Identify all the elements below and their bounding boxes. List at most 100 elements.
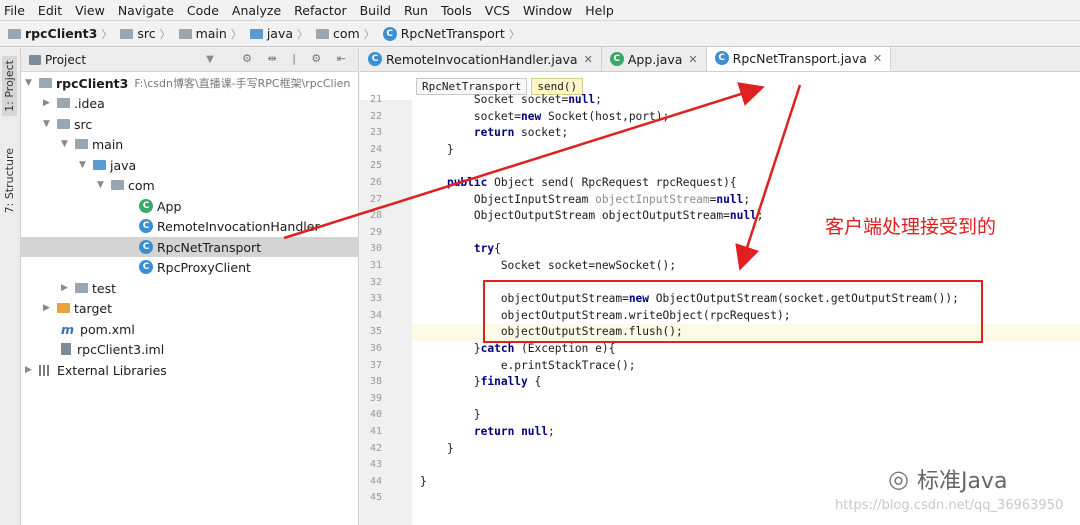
tab-app[interactable]: C App.java ✕ (602, 47, 707, 71)
crumb-java[interactable]: java 〉 (249, 26, 312, 42)
line-number: 42 (369, 442, 382, 454)
menu-build[interactable]: Build (360, 3, 391, 18)
collapse-triangle-icon[interactable]: ▶ (61, 283, 75, 293)
code-line[interactable]: 42 } (370, 441, 1080, 458)
code-line[interactable]: 22 socket=new Socket(host,port); (370, 109, 1080, 126)
tree-item-com[interactable]: ▼ com (97, 175, 155, 195)
code-line[interactable]: 39 (370, 391, 1080, 408)
tree-item-test[interactable]: ▶ test (61, 278, 116, 298)
close-icon[interactable]: ✕ (873, 52, 882, 65)
project-panel-header: Project ▼ ⚙ ⇹ | ⚙ ⇤ (21, 48, 358, 72)
menu-tools[interactable]: Tools (441, 3, 472, 18)
expand-triangle-icon[interactable]: ▼ (43, 119, 57, 129)
line-number: 22 (369, 110, 382, 122)
line-number: 21 (369, 94, 382, 105)
line-number: 36 (369, 343, 382, 354)
class-icon: C (368, 52, 382, 66)
line-number: 28 (369, 210, 382, 222)
code-text: public Object send( RpcRequest rpcReques… (446, 176, 737, 189)
line-number: 35 (369, 326, 382, 338)
tree-item-main[interactable]: ▼ main (61, 134, 123, 154)
menu-navigate[interactable]: Navigate (118, 3, 174, 18)
maven-icon: m (61, 321, 75, 337)
module-icon (8, 28, 21, 39)
crumb-com[interactable]: com 〉 (316, 26, 379, 42)
expand-triangle-icon[interactable]: ▼ (79, 160, 93, 170)
class-icon: C (139, 199, 153, 213)
code-line[interactable]: 36 }catch (Exception e){ (370, 341, 1080, 358)
tree-item-remote-invocation-handler[interactable]: C RemoteInvocationHandler (139, 216, 320, 236)
menu-window[interactable]: Window (523, 3, 572, 18)
tree-item-rpc-proxy-client[interactable]: C RpcProxyClient (139, 257, 251, 277)
crumb-src[interactable]: src 〉 (120, 26, 174, 42)
code-text: try{ (473, 242, 501, 256)
collapse-triangle-icon[interactable]: ▶ (43, 303, 57, 313)
menu-view[interactable]: View (75, 3, 105, 18)
tree-item-java[interactable]: ▼ java (79, 155, 136, 175)
menu-help[interactable]: Help (585, 3, 614, 18)
close-icon[interactable]: ✕ (688, 53, 697, 66)
menu-analyze[interactable]: Analyze (232, 3, 281, 18)
close-icon[interactable]: ✕ (584, 53, 593, 66)
line-number: 26 (369, 177, 382, 188)
tree-item-target[interactable]: ▶ target (43, 298, 112, 318)
tree-item-external-libraries[interactable]: ▶ External Libraries (25, 360, 167, 380)
code-text: Socket socket=newSocket(); (420, 259, 676, 272)
structure-tool-tab[interactable]: 7: Structure (2, 144, 17, 217)
menu-code[interactable]: Code (187, 3, 219, 18)
tree-item-src[interactable]: ▼ src (43, 114, 92, 134)
line-number: 33 (369, 293, 382, 305)
crumb-main[interactable]: main 〉 (178, 26, 246, 42)
tab-rpc-net-transport[interactable]: C RpcNetTransport.java ✕ (706, 47, 892, 71)
code-line[interactable]: 21 Socket socket=null; (370, 92, 1080, 109)
tree-item-app[interactable]: C App (139, 196, 181, 216)
crumb-class[interactable]: C RpcNetTransport 〉 (382, 26, 524, 42)
class-icon: C (609, 52, 624, 66)
code-line[interactable]: 25 (370, 158, 1080, 175)
left-tool-strip: 1: Project 7: Structure (0, 48, 21, 525)
line-number: 32 (369, 276, 382, 288)
code-line[interactable]: 27 ObjectInputStream objectInputStream=n… (370, 192, 1080, 209)
code-line[interactable]: 38 }finally { (370, 374, 1080, 391)
line-number: 45 (369, 492, 382, 504)
chevron-down-icon[interactable]: ▼ (206, 54, 214, 65)
panel-tools-icons[interactable]: ⚙ ⇹ | ⚙ ⇤ (242, 52, 352, 65)
crumb-project[interactable]: rpcClient3 〉 (8, 26, 116, 42)
tree-item-idea[interactable]: ▶ .idea (43, 93, 105, 113)
project-view-icon (29, 54, 41, 65)
class-icon: C (382, 26, 397, 41)
tree-root[interactable]: ▼ rpcClient3 F:\csdn博客\直播课-手写RPC框架\rpcCl… (25, 73, 350, 93)
collapse-triangle-icon[interactable]: ▶ (25, 365, 39, 375)
menu-edit[interactable]: Edit (38, 3, 62, 18)
code-line[interactable]: 26 public Object send( RpcRequest rpcReq… (370, 175, 1080, 192)
code-text: ObjectOutputStream objectOutputStream=nu… (420, 209, 764, 223)
tab-remote-invocation-handler[interactable]: C RemoteInvocationHandler.java ✕ (360, 47, 602, 71)
code-text: } (420, 474, 427, 488)
folder-icon (178, 28, 192, 39)
menu-bar: File Edit View Navigate Code Analyze Ref… (0, 0, 1080, 21)
collapse-triangle-icon[interactable]: ▶ (43, 98, 57, 108)
tree-item-rpc-net-transport[interactable]: C RpcNetTransport (21, 237, 359, 257)
menu-refactor[interactable]: Refactor (294, 3, 346, 18)
class-icon: C (139, 260, 153, 274)
expand-triangle-icon[interactable]: ▼ (97, 180, 111, 190)
code-line[interactable]: 30 try{ (370, 241, 1080, 258)
folder-icon (57, 98, 70, 108)
code-line[interactable]: 23 return socket; (370, 125, 1080, 142)
menu-file[interactable]: File (4, 3, 25, 18)
menu-vcs[interactable]: VCS (485, 3, 510, 18)
code-line[interactable]: 41 return null; (370, 424, 1080, 441)
code-line[interactable]: 37 e.printStackTrace(); (370, 358, 1080, 375)
code-line[interactable]: 31 Socket socket=newSocket(); (370, 258, 1080, 275)
menu-run[interactable]: Run (404, 3, 428, 18)
code-line[interactable]: 40 } (370, 407, 1080, 424)
tree-item-pom[interactable]: m pom.xml (61, 319, 135, 339)
line-number: 34 (369, 309, 382, 321)
code-line[interactable]: 24 } (370, 142, 1080, 159)
project-panel-title[interactable]: Project (45, 53, 86, 67)
line-number: 37 (369, 359, 382, 371)
tree-item-iml[interactable]: rpcClient3.iml (61, 339, 164, 359)
project-tool-tab[interactable]: 1: Project (2, 56, 17, 116)
expand-triangle-icon[interactable]: ▼ (61, 139, 75, 149)
expand-triangle-icon[interactable]: ▼ (25, 78, 39, 88)
